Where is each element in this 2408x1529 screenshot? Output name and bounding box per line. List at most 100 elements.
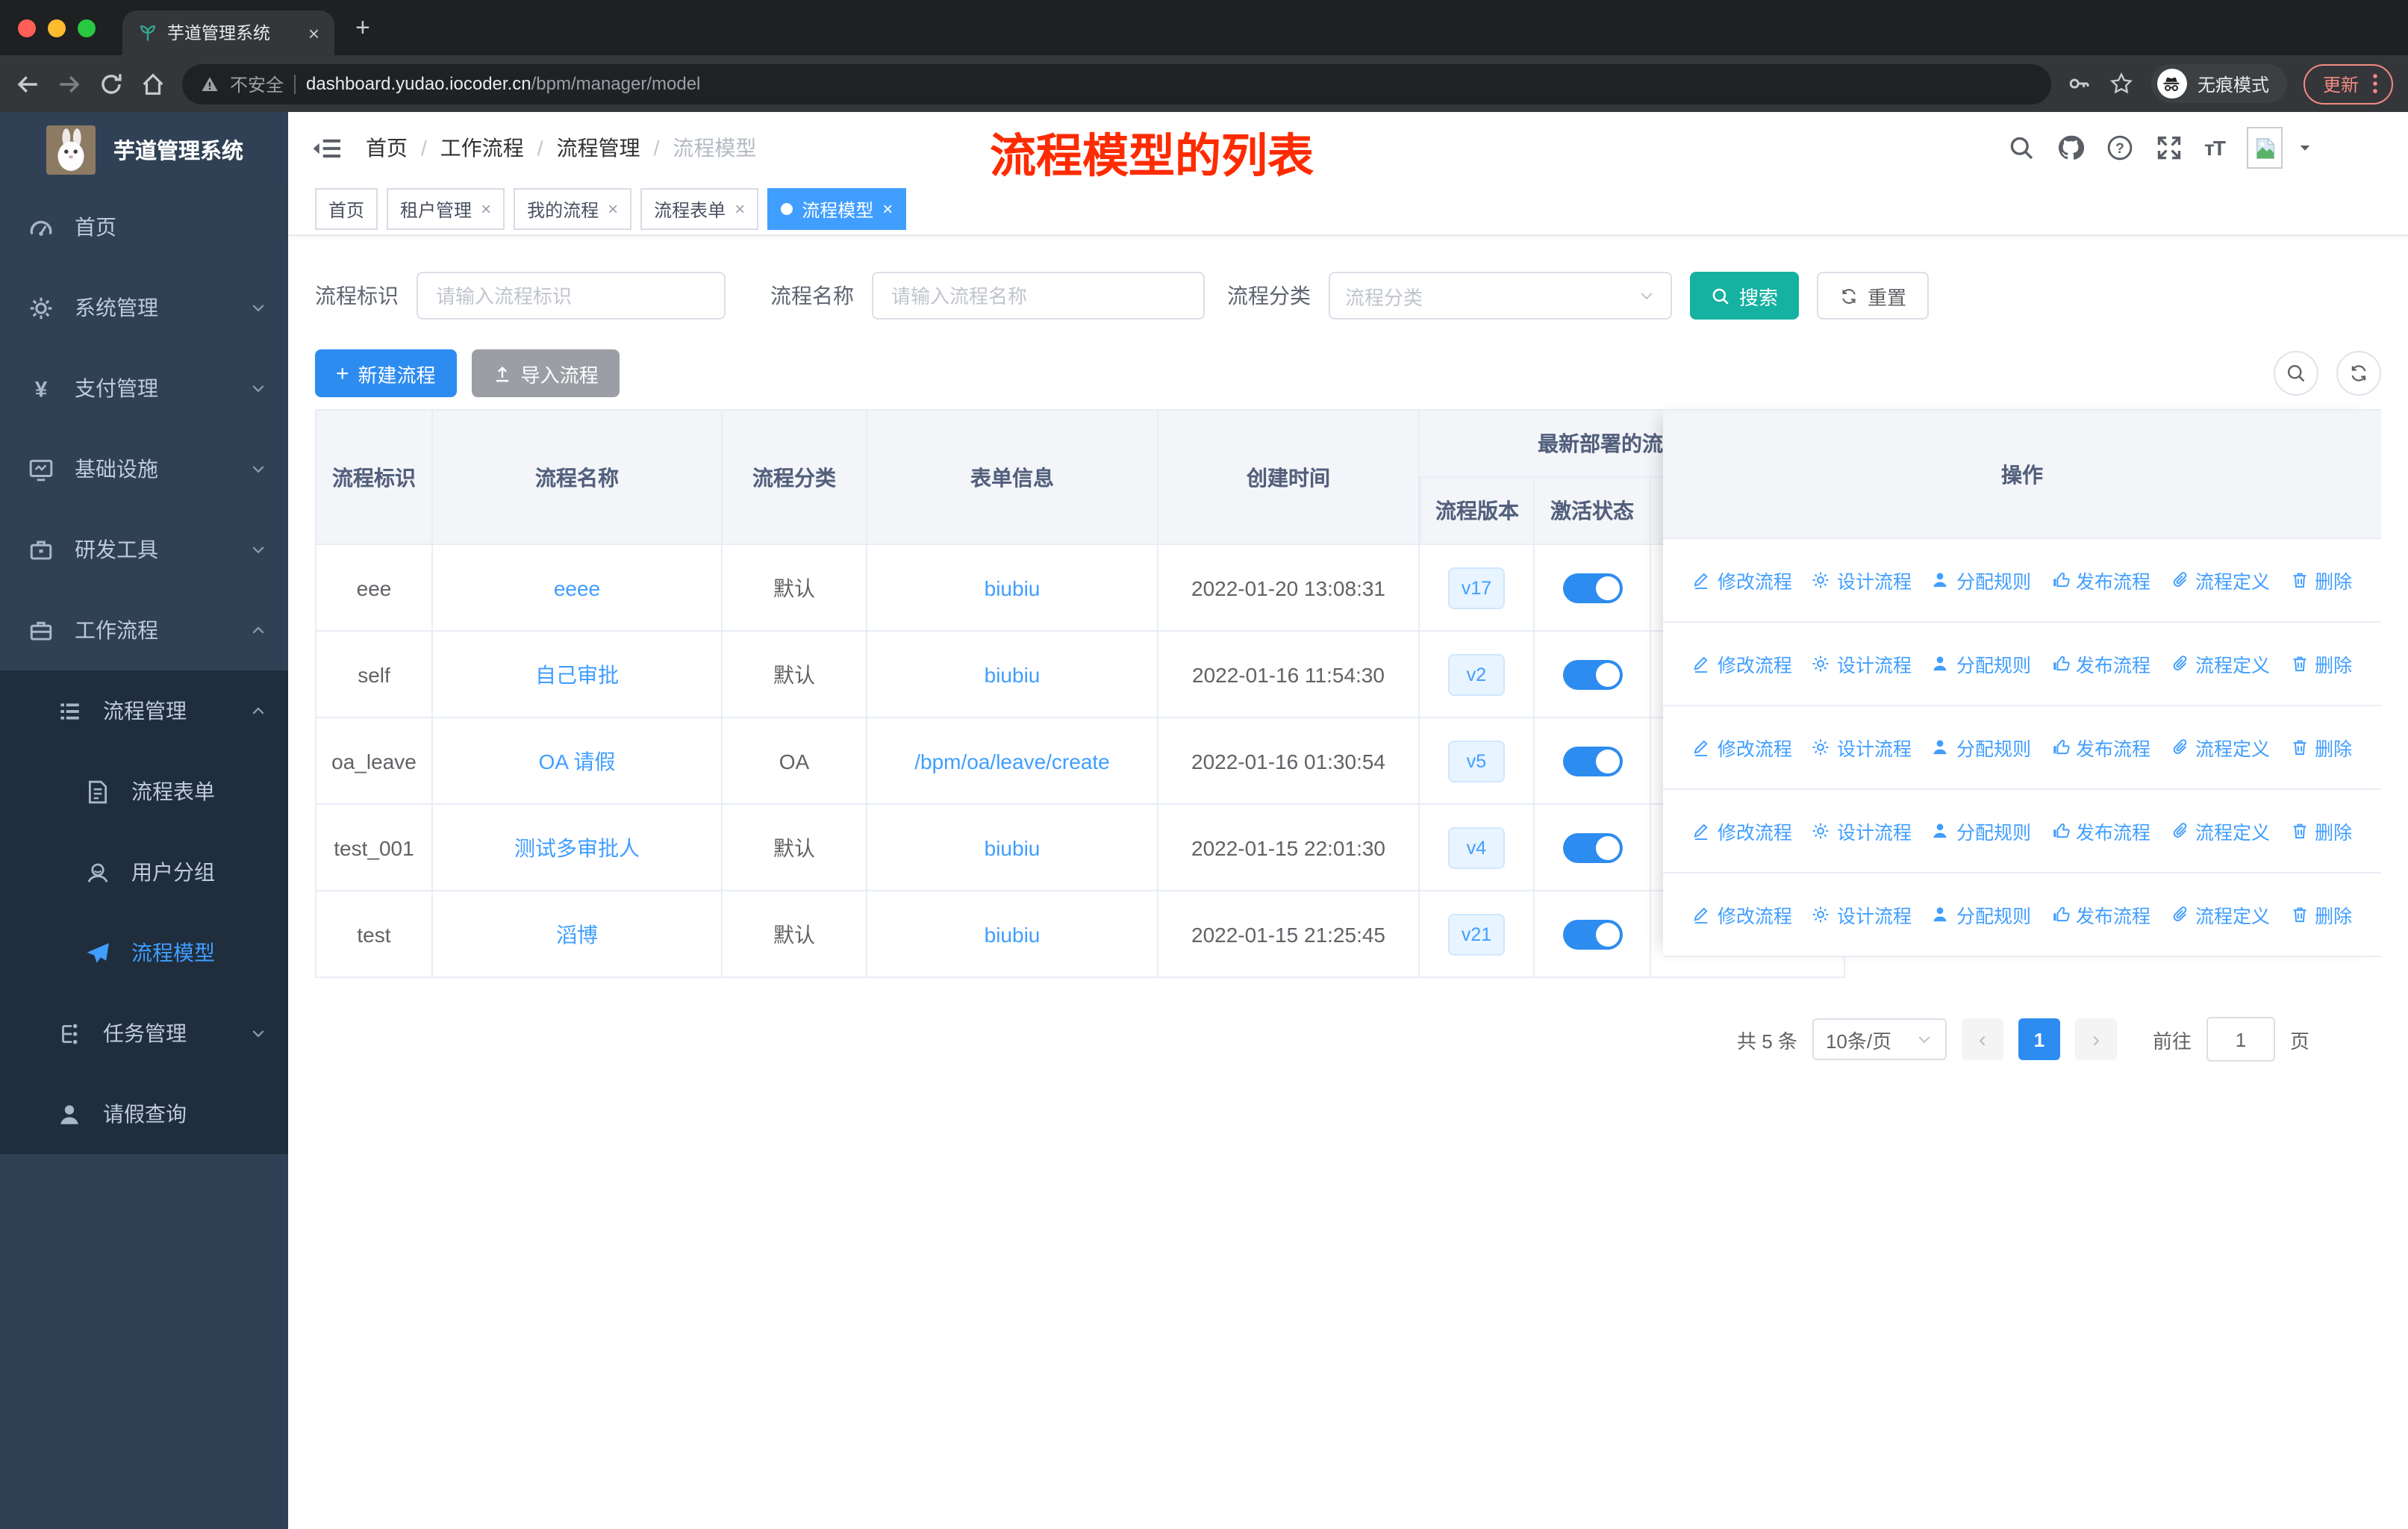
reload-icon[interactable] (99, 71, 124, 96)
action-发布流程[interactable]: 发布流程 (2050, 900, 2150, 929)
sidebar-item-系统管理[interactable]: 系统管理 (0, 267, 288, 348)
action-发布流程[interactable]: 发布流程 (2050, 566, 2150, 594)
collapse-sidebar-icon[interactable] (312, 135, 340, 161)
close-icon[interactable]: × (734, 200, 745, 218)
minimize-window-button[interactable] (48, 19, 66, 37)
back-icon[interactable] (15, 71, 40, 96)
tag-我的流程[interactable]: 我的流程 × (514, 188, 632, 230)
close-icon[interactable]: × (608, 200, 618, 218)
url-bar[interactable]: 不安全 dashboard.yudao.iocoder.cn/bpm/manag… (182, 63, 2051, 104)
action-分配规则[interactable]: 分配规则 (1931, 817, 2031, 845)
bookmark-star-icon[interactable] (2109, 71, 2135, 96)
sidebar-item-研发工具[interactable]: 研发工具 (0, 509, 288, 590)
sidebar-item-流程管理[interactable]: 流程管理 (0, 670, 288, 751)
sidebar-item-支付管理[interactable]: ¥ 支付管理 (0, 348, 288, 429)
form-info-link[interactable]: biubiu (985, 922, 1041, 946)
sidebar-item-流程表单[interactable]: 流程表单 (0, 751, 288, 832)
action-修改流程[interactable]: 修改流程 (1692, 817, 1792, 845)
active-toggle[interactable] (1562, 746, 1622, 776)
current-page-button[interactable]: 1 (2018, 1018, 2060, 1060)
breadcrumb-process-mgmt[interactable]: 流程管理 (557, 133, 640, 163)
search-button[interactable]: 搜索 (1690, 272, 1800, 320)
action-发布流程[interactable]: 发布流程 (2050, 817, 2150, 845)
avatar-caret-icon[interactable] (2298, 140, 2312, 155)
action-删除[interactable]: 删除 (2289, 733, 2352, 762)
action-流程定义[interactable]: 流程定义 (2170, 900, 2270, 929)
action-分配规则[interactable]: 分配规则 (1931, 900, 2031, 929)
fullscreen-icon[interactable] (2155, 134, 2182, 161)
refresh-table-button[interactable] (2336, 351, 2381, 396)
action-删除[interactable]: 删除 (2289, 900, 2352, 929)
action-修改流程[interactable]: 修改流程 (1692, 566, 1792, 594)
action-分配规则[interactable]: 分配规则 (1931, 733, 2031, 762)
help-icon[interactable]: ? (2106, 134, 2133, 161)
key-icon[interactable] (2068, 71, 2093, 96)
font-size-icon[interactable]: тT (2204, 136, 2226, 160)
action-设计流程[interactable]: 设计流程 (1812, 733, 1912, 762)
close-window-button[interactable] (18, 19, 36, 37)
process-name-link[interactable]: 自己审批 (535, 662, 619, 686)
action-删除[interactable]: 删除 (2289, 566, 2352, 594)
sidebar-item-任务管理[interactable]: 任务管理 (0, 993, 288, 1074)
page-size-select[interactable]: 10条/页 (1812, 1018, 1947, 1060)
tab-close-icon[interactable]: × (308, 22, 319, 44)
import-process-button[interactable]: 导入流程 (471, 349, 620, 397)
active-toggle[interactable] (1562, 659, 1622, 689)
reset-button[interactable]: 重置 (1817, 272, 1930, 320)
avatar[interactable] (2247, 127, 2283, 169)
action-设计流程[interactable]: 设计流程 (1812, 566, 1912, 594)
active-toggle[interactable] (1562, 919, 1622, 949)
close-icon[interactable]: × (882, 200, 893, 218)
tag-租户管理[interactable]: 租户管理 × (387, 188, 505, 230)
active-toggle[interactable] (1562, 573, 1622, 602)
form-info-link[interactable]: biubiu (985, 662, 1041, 686)
sidebar-item-工作流程[interactable]: 工作流程 (0, 590, 288, 670)
tag-流程表单[interactable]: 流程表单 × (640, 188, 759, 230)
create-process-button[interactable]: + 新建流程 (315, 349, 457, 397)
show-search-button[interactable] (2274, 351, 2318, 396)
action-修改流程[interactable]: 修改流程 (1692, 900, 1792, 929)
action-发布流程[interactable]: 发布流程 (2050, 650, 2150, 678)
tag-首页[interactable]: 首页 (315, 188, 378, 230)
prev-page-button[interactable]: ‹ (1961, 1018, 2003, 1060)
new-tab-button[interactable]: + (355, 13, 370, 43)
sidebar-item-基础设施[interactable]: 基础设施 (0, 429, 288, 509)
action-设计流程[interactable]: 设计流程 (1812, 900, 1912, 929)
action-删除[interactable]: 删除 (2289, 817, 2352, 845)
process-name-link[interactable]: 滔博 (556, 922, 598, 946)
action-删除[interactable]: 删除 (2289, 650, 2352, 678)
browser-menu-icon[interactable] (2372, 73, 2378, 94)
action-流程定义[interactable]: 流程定义 (2170, 566, 2270, 594)
browser-tab[interactable]: 芋道管理系统 × (122, 10, 334, 55)
action-分配规则[interactable]: 分配规则 (1931, 566, 2031, 594)
sidebar-item-流程模型[interactable]: 流程模型 (0, 912, 288, 993)
breadcrumb-workflow[interactable]: 工作流程 (440, 133, 524, 163)
form-info-link[interactable]: biubiu (985, 835, 1041, 859)
process-name-input[interactable] (872, 272, 1205, 320)
process-name-link[interactable]: eeee (554, 576, 600, 600)
browser-update-button[interactable]: 更新 (2303, 63, 2393, 104)
breadcrumb-home[interactable]: 首页 (366, 133, 408, 163)
goto-page-input[interactable] (2206, 1017, 2275, 1062)
maximize-window-button[interactable] (78, 19, 96, 37)
action-设计流程[interactable]: 设计流程 (1812, 817, 1912, 845)
search-icon[interactable] (2007, 134, 2034, 161)
form-info-link[interactable]: /bpm/oa/leave/create (914, 749, 1110, 773)
form-info-link[interactable]: biubiu (985, 576, 1041, 600)
next-page-button[interactable]: › (2074, 1018, 2117, 1060)
action-流程定义[interactable]: 流程定义 (2170, 817, 2270, 845)
close-icon[interactable]: × (481, 200, 491, 218)
action-流程定义[interactable]: 流程定义 (2170, 733, 2270, 762)
active-toggle[interactable] (1562, 832, 1622, 862)
action-流程定义[interactable]: 流程定义 (2170, 650, 2270, 678)
sidebar-item-请假查询[interactable]: 请假查询 (0, 1074, 288, 1154)
forward-icon[interactable] (57, 71, 82, 96)
action-修改流程[interactable]: 修改流程 (1692, 650, 1792, 678)
tag-流程模型[interactable]: 流程模型 × (767, 188, 907, 230)
action-分配规则[interactable]: 分配规则 (1931, 650, 2031, 678)
action-设计流程[interactable]: 设计流程 (1812, 650, 1912, 678)
action-修改流程[interactable]: 修改流程 (1692, 733, 1792, 762)
action-发布流程[interactable]: 发布流程 (2050, 733, 2150, 762)
github-icon[interactable] (2056, 134, 2084, 161)
sidebar-item-用户分组[interactable]: 用户分组 (0, 832, 288, 912)
